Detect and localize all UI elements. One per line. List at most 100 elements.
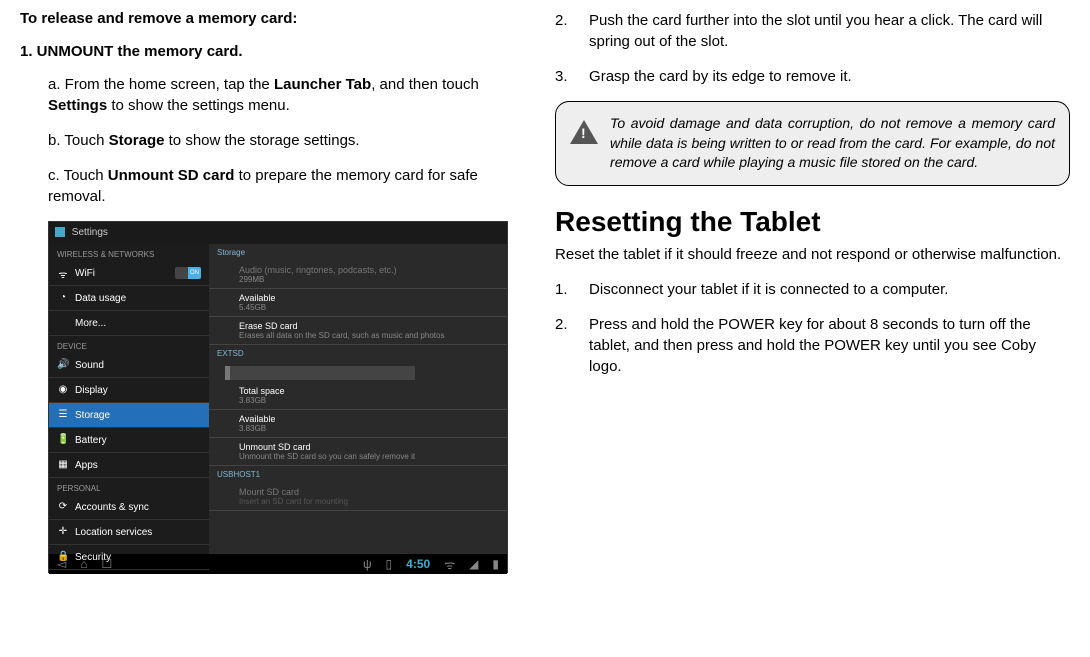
substep-a: a. From the home screen, tap the Launche… bbox=[48, 74, 525, 116]
mount-sub: Insert an SD card for mounting bbox=[239, 497, 497, 506]
wifi-toggle[interactable]: ON bbox=[175, 267, 201, 279]
sidebar-apps-label: Apps bbox=[75, 460, 98, 471]
sidebar-item-apps[interactable]: ▦ Apps bbox=[49, 453, 209, 478]
main-extsd-label: EXTSD bbox=[209, 345, 507, 362]
erase-sub: Erases all data on the SD card, such as … bbox=[239, 331, 497, 340]
sidebar-more-label: More... bbox=[75, 318, 106, 329]
nav-battery-icon: ▮ bbox=[492, 557, 499, 571]
location-icon: ✛ bbox=[57, 526, 69, 538]
substep-c-prefix: c. Touch bbox=[48, 167, 108, 184]
reset-step-2: 2. Press and hold the POWER key for abou… bbox=[555, 314, 1070, 377]
sidebar-item-wifi[interactable]: ᯤ WiFi ON bbox=[49, 261, 209, 286]
main-row-total[interactable]: Total space 3.83GB bbox=[209, 382, 507, 410]
sidebar-item-more[interactable]: More... bbox=[49, 311, 209, 336]
right-column: 2. Push the card further into the slot u… bbox=[555, 10, 1070, 573]
android-titlebar: Settings bbox=[49, 222, 507, 244]
display-icon: ◉ bbox=[57, 384, 69, 396]
audio-sub: 299MB bbox=[239, 275, 497, 284]
sidebar-item-location[interactable]: ✛ Location services bbox=[49, 520, 209, 545]
nav-signal-icon: ◢ bbox=[469, 557, 478, 571]
avail1-title: Available bbox=[239, 293, 497, 303]
step-3: 3. Grasp the card by its edge to remove … bbox=[555, 66, 1070, 87]
main-heading: To release and remove a memory card: bbox=[20, 10, 525, 27]
android-screenshot: Settings WIRELESS & NETWORKS ᯤ WiFi ON ◔… bbox=[48, 221, 508, 573]
reset-step-2-text: Press and hold the POWER key for about 8… bbox=[589, 314, 1070, 377]
android-sidebar: WIRELESS & NETWORKS ᯤ WiFi ON ◔ Data usa… bbox=[49, 244, 209, 554]
left-column: To release and remove a memory card: 1. … bbox=[20, 10, 525, 573]
nav-sd-icon: ▯ bbox=[386, 557, 393, 571]
nav-usb-icon: ψ bbox=[363, 557, 372, 571]
reset-step-1-text: Disconnect your tablet if it is connecte… bbox=[589, 279, 948, 300]
nav-back-icon[interactable]: ◅ bbox=[57, 557, 66, 571]
storage-bar-fill bbox=[225, 366, 230, 380]
sidebar-section-wireless: WIRELESS & NETWORKS bbox=[49, 244, 209, 261]
warning-text: To avoid damage and data corruption, do … bbox=[610, 114, 1055, 173]
sidebar-display-label: Display bbox=[75, 385, 108, 396]
main-row-unmount[interactable]: Unmount SD card Unmount the SD card so y… bbox=[209, 438, 507, 466]
settings-logo-icon bbox=[55, 227, 65, 237]
reset-title: Resetting the Tablet bbox=[555, 206, 1070, 238]
reset-step-1: 1. Disconnect your tablet if it is conne… bbox=[555, 279, 1070, 300]
sidebar-wifi-label: WiFi bbox=[75, 268, 95, 279]
spacer-icon bbox=[57, 317, 69, 329]
sound-icon: 🔊 bbox=[57, 359, 69, 371]
main-row-audio[interactable]: Audio (music, ringtones, podcasts, etc.)… bbox=[209, 261, 507, 289]
sidebar-item-battery[interactable]: 🔋 Battery bbox=[49, 428, 209, 453]
storage-bar bbox=[225, 366, 415, 380]
sidebar-section-personal: PERSONAL bbox=[49, 478, 209, 495]
substep-a-prefix: a. From the home screen, tap the bbox=[48, 76, 274, 93]
total-sub: 3.83GB bbox=[239, 396, 497, 405]
storage-icon: ☰ bbox=[57, 409, 69, 421]
apps-icon: ▦ bbox=[57, 459, 69, 471]
nav-wifi-icon: ᯤ bbox=[444, 556, 455, 573]
sync-icon: ⟳ bbox=[57, 501, 69, 513]
sidebar-item-display[interactable]: ◉ Display bbox=[49, 378, 209, 403]
android-main: Storage Audio (music, ringtones, podcast… bbox=[209, 244, 507, 554]
sidebar-item-data[interactable]: ◔ Data usage bbox=[49, 286, 209, 311]
nav-clock: 4:50 bbox=[406, 557, 430, 571]
reset-step-2-num: 2. bbox=[555, 314, 575, 377]
substep-c: c. Touch Unmount SD card to prepare the … bbox=[48, 165, 525, 207]
avail2-title: Available bbox=[239, 414, 497, 424]
main-row-erase[interactable]: Erase SD card Erases all data on the SD … bbox=[209, 317, 507, 345]
sidebar-item-storage[interactable]: ☰ Storage bbox=[49, 403, 209, 428]
data-usage-icon: ◔ bbox=[57, 292, 69, 304]
sidebar-accounts-label: Accounts & sync bbox=[75, 502, 149, 513]
step-1-heading: 1. UNMOUNT the memory card. bbox=[20, 43, 525, 60]
substep-a-bold2: Settings bbox=[48, 97, 107, 114]
settings-title: Settings bbox=[72, 227, 108, 238]
substep-c-bold: Unmount SD card bbox=[108, 167, 235, 184]
substep-a-mid: , and then touch bbox=[371, 76, 479, 93]
avail1-sub: 5.45GB bbox=[239, 303, 497, 312]
reset-step-1-num: 1. bbox=[555, 279, 575, 300]
sidebar-storage-label: Storage bbox=[75, 410, 110, 421]
warning-box: To avoid damage and data corruption, do … bbox=[555, 101, 1070, 186]
sidebar-item-security[interactable]: 🔒 Security bbox=[49, 545, 209, 570]
nav-recent-icon[interactable]: ☐ bbox=[101, 557, 112, 571]
step-2-text: Push the card further into the slot unti… bbox=[589, 10, 1070, 52]
sidebar-item-accounts[interactable]: ⟳ Accounts & sync bbox=[49, 495, 209, 520]
sidebar-data-label: Data usage bbox=[75, 293, 126, 304]
main-row-available1[interactable]: Available 5.45GB bbox=[209, 289, 507, 317]
android-body: WIRELESS & NETWORKS ᯤ WiFi ON ◔ Data usa… bbox=[49, 244, 507, 554]
avail2-sub: 3.83GB bbox=[239, 424, 497, 433]
erase-title: Erase SD card bbox=[239, 321, 497, 331]
battery-icon: 🔋 bbox=[57, 434, 69, 446]
mount-title: Mount SD card bbox=[239, 487, 497, 497]
audio-title: Audio (music, ringtones, podcasts, etc.) bbox=[239, 265, 497, 275]
sidebar-item-sound[interactable]: 🔊 Sound bbox=[49, 353, 209, 378]
sidebar-sound-label: Sound bbox=[75, 360, 104, 371]
step-3-text: Grasp the card by its edge to remove it. bbox=[589, 66, 852, 87]
warning-icon bbox=[570, 120, 598, 144]
main-usbhost-label: USBHOST1 bbox=[209, 466, 507, 483]
nav-home-icon[interactable]: ⌂ bbox=[80, 557, 87, 571]
main-storage-label: Storage bbox=[209, 244, 507, 261]
sidebar-location-label: Location services bbox=[75, 527, 152, 538]
main-row-available2[interactable]: Available 3.83GB bbox=[209, 410, 507, 438]
substep-a-bold1: Launcher Tab bbox=[274, 76, 371, 93]
substep-b-bold: Storage bbox=[109, 132, 165, 149]
substep-a-suffix: to show the settings menu. bbox=[107, 97, 290, 114]
main-row-mount[interactable]: Mount SD card Insert an SD card for moun… bbox=[209, 483, 507, 511]
step-3-num: 3. bbox=[555, 66, 575, 87]
reset-intro: Reset the tablet if it should freeze and… bbox=[555, 244, 1070, 265]
